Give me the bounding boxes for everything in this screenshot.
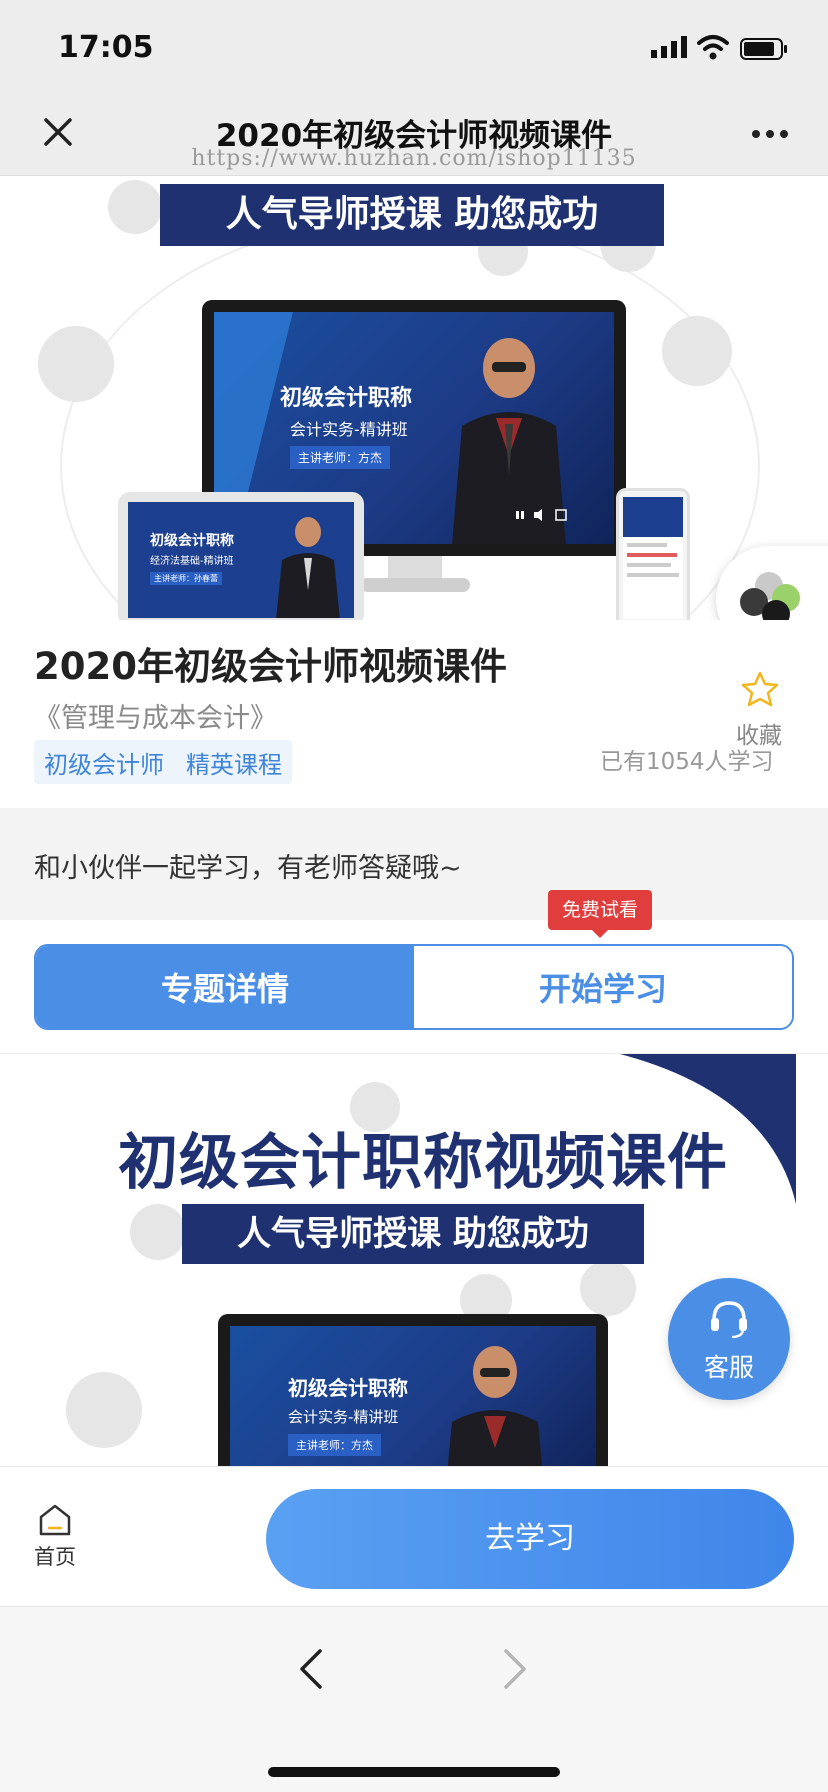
phone-mockup (616, 488, 690, 620)
study-group-text: 和小伙伴一起学习，有老师答疑哦~ (34, 853, 462, 884)
status-bar: 17:05 (0, 0, 828, 96)
course-title: 2020年初级会计师视频课件 (34, 645, 507, 688)
course-info: 2020年初级会计师视频课件 《管理与成本会计》 初级会计师 精英课程 收藏 已… (0, 620, 828, 808)
cellular-signal-icon (651, 36, 687, 58)
wifi-icon (697, 35, 729, 60)
tab-start-learning[interactable]: 开始学习 (414, 946, 792, 1028)
bottom-action-bar: 首页 去学习 (0, 1466, 828, 1606)
phone-mockup-video (623, 497, 683, 537)
detail-bg-chat-icon (130, 1204, 186, 1260)
go-learn-button[interactable]: 去学习 (266, 1489, 794, 1589)
learner-count: 已有1054人学习 (600, 749, 774, 775)
tabs-section: 专题详情 开始学习 免费试看 (0, 890, 828, 1054)
segmented-tabs: 专题详情 开始学习 (34, 944, 794, 1030)
battery-icon (740, 38, 787, 60)
tablet-mockup: 初级会计职称 经济法基础-精讲班 主讲老师：孙春蕾 (118, 492, 364, 620)
course-tag[interactable]: 精英课程 (186, 745, 282, 780)
home-nav-item[interactable]: 首页 (28, 1503, 82, 1571)
course-subtitle: 《管理与成本会计》 (34, 703, 277, 734)
detail-screen-subtitle: 会计实务-精讲班 (288, 1408, 399, 1426)
monitor-base (360, 578, 470, 592)
course-tag[interactable]: 初级会计师 (44, 745, 164, 780)
chevron-right-icon[interactable] (500, 1647, 530, 1691)
detail-image: 初级会计职称视频课件 人气导师授课 助您成功 初级会计职称 会计实务-精讲班 主… (0, 1054, 828, 1466)
watermark-text: https://www.huzhan.com/ishop11135 (191, 146, 637, 171)
browser-toolbar (0, 1606, 828, 1792)
monitor-screen-subtitle: 会计实务-精讲班 (290, 420, 408, 439)
home-indicator (268, 1767, 560, 1777)
phone-mockup-line (627, 573, 679, 577)
monitor-screen-teacher: 主讲老师：方杰 (290, 446, 391, 469)
phone-mockup-screen (623, 497, 683, 619)
detail-screen-teacher: 主讲老师：方杰 (288, 1434, 381, 1456)
free-trial-badge: 免费试看 (548, 890, 653, 938)
tablet-screen-subtitle: 经济法基础-精讲班 (150, 556, 234, 567)
detail-bg-palette-icon (66, 1372, 142, 1448)
phone-mockup-line (627, 563, 671, 567)
status-time: 17:05 (58, 30, 154, 65)
phone-mockup-line (627, 553, 677, 557)
tab-topic-details[interactable]: 专题详情 (36, 946, 414, 1028)
detail-teacher-portrait (447, 1346, 543, 1466)
customer-service-label: 客服 (703, 1353, 754, 1382)
favorite-star-icon[interactable] (740, 670, 780, 710)
tablet-screen-title: 初级会计职称 (150, 533, 234, 549)
home-label: 首页 (34, 1545, 76, 1569)
banner-bg-palette-icon (38, 326, 114, 402)
detail-screen-title: 初级会计职称 (288, 1376, 408, 1400)
home-icon (39, 1504, 71, 1536)
banner-bg-bank-icon (662, 316, 732, 386)
detail-bg-monitor-icon (580, 1260, 636, 1316)
phone-mockup-line (627, 543, 667, 547)
tablet-teacher-portrait (276, 517, 340, 618)
tablet-screen: 初级会计职称 经济法基础-精讲班 主讲老师：孙春蕾 (128, 502, 354, 618)
detail-monitor-mockup: 初级会计职称 会计实务-精讲班 主讲老师：方杰 (218, 1314, 608, 1466)
headset-icon (711, 1301, 747, 1338)
more-icon[interactable] (750, 128, 790, 140)
course-tags: 初级会计师 精英课程 (34, 740, 292, 784)
banner-bg-chat-icon (108, 180, 162, 234)
nav-bar: 2020年初级会计师视频课件 https://www.huzhan.com/is… (0, 96, 828, 176)
detail-big-title: 初级会计职称视频课件 (118, 1128, 728, 1198)
monitor-screen-title: 初级会计职称 (280, 386, 413, 411)
customer-service-button[interactable]: 客服 (668, 1278, 790, 1400)
course-banner: 人气导师授课 助您成功 初级会计职称 会计实务-精讲班 主讲老师：方杰 初级会计… (0, 176, 828, 620)
banner-headline: 人气导师授课 助您成功 (160, 184, 664, 246)
chevron-left-icon[interactable] (296, 1647, 326, 1691)
detail-strip: 人气导师授课 助您成功 (182, 1204, 644, 1264)
player-controls-icon (516, 509, 567, 521)
study-group-banner[interactable]: 和小伙伴一起学习，有老师答疑哦~ (0, 808, 828, 920)
tablet-screen-teacher: 主讲老师：孙春蕾 (150, 572, 222, 585)
detail-monitor-screen: 初级会计职称 会计实务-精讲班 主讲老师：方杰 (230, 1326, 596, 1466)
app-logo-icon (740, 572, 800, 620)
